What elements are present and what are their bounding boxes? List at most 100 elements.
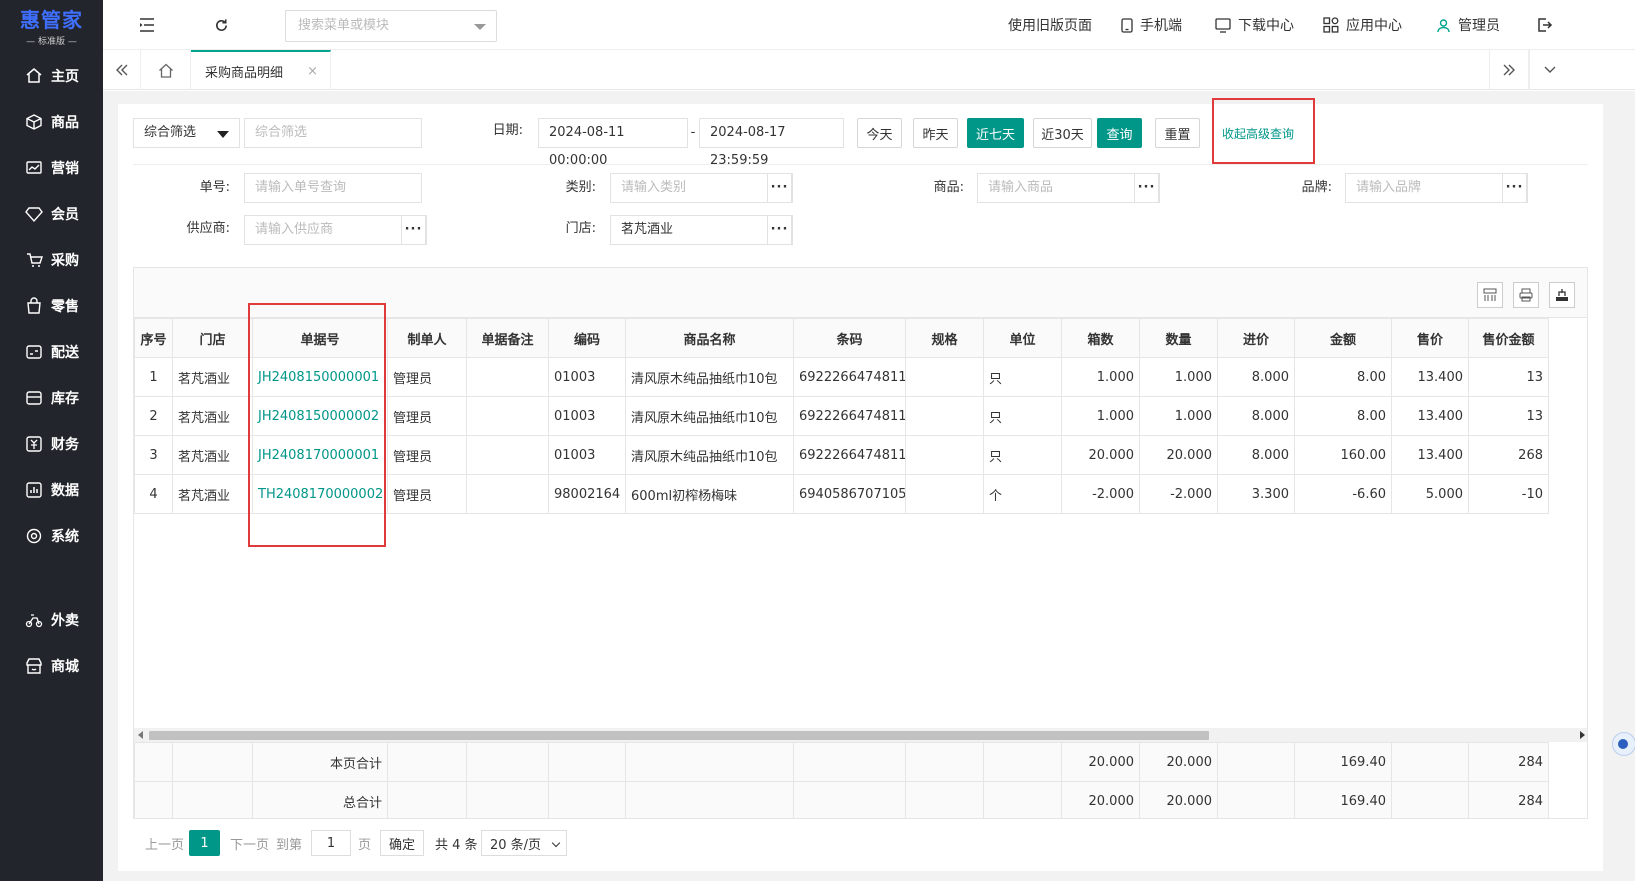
column-header[interactable]: 编码 (548, 318, 626, 358)
table-cell: 13 (1468, 396, 1549, 436)
sidebar-item-5[interactable]: 零售 (0, 288, 103, 324)
combo-filter-input[interactable]: 综合筛选 (244, 118, 422, 148)
scroll-right-arrow-icon[interactable] (1580, 731, 1585, 739)
diamond-icon (25, 205, 43, 223)
table-cell: 6922266474811 (793, 435, 906, 475)
tabs-scroll-left-icon[interactable] (103, 50, 141, 90)
last-30-days-button[interactable]: 近30天 (1033, 118, 1092, 148)
column-header[interactable]: 进价 (1217, 318, 1295, 358)
app-center-link[interactable]: 应用中心 (1323, 0, 1402, 50)
date-start-input[interactable]: 2024-08-11 00:00:00 (538, 118, 688, 168)
table-cell: 茗芃酒业 (172, 396, 253, 436)
column-header[interactable]: 序号 (134, 318, 173, 358)
columns-filter-icon[interactable] (1477, 282, 1503, 308)
sidebar-item-2[interactable]: 营销 (0, 150, 103, 186)
sidebar-item-3[interactable]: 会员 (0, 196, 103, 232)
pager-page-input[interactable]: 1 (311, 830, 351, 856)
sidebar-item-8[interactable]: 财务 (0, 426, 103, 462)
category-picker-button[interactable]: ··· (767, 173, 792, 203)
pager-current-page[interactable]: 1 (189, 830, 220, 856)
scroll-left-arrow-icon[interactable] (138, 731, 143, 739)
column-header[interactable]: 条码 (793, 318, 906, 358)
reset-button[interactable]: 重置 (1155, 118, 1200, 148)
combo-filter-select[interactable]: 综合筛选 (133, 118, 240, 148)
supplier-picker-button[interactable]: ··· (401, 215, 426, 245)
yesterday-button[interactable]: 昨天 (913, 118, 958, 148)
table-cell: 1.000 (1061, 357, 1140, 397)
home-tab-icon[interactable] (141, 50, 191, 90)
product-input[interactable]: 请输入商品 ··· (977, 173, 1160, 203)
column-header[interactable]: 商品名称 (625, 318, 794, 358)
column-header[interactable]: 单位 (983, 318, 1062, 358)
logout-icon[interactable] (1535, 15, 1555, 35)
pager-size-select[interactable]: 20 条/页 (481, 830, 567, 856)
table-cell: 清风原木纯品抽纸巾10包 (625, 357, 794, 397)
sidebar-item-0[interactable]: 主页 (0, 58, 103, 94)
sidebar-item-10[interactable]: 系统 (0, 518, 103, 554)
column-header[interactable]: 单据备注 (466, 318, 549, 358)
query-button[interactable]: 查询 (1097, 118, 1142, 148)
old-version-link[interactable]: 使用旧版页面 (1008, 0, 1092, 50)
table-cell: -6.60 (1294, 474, 1392, 514)
supplier-input[interactable]: 请输入供应商 ··· (244, 215, 427, 245)
sidebar-item-7[interactable]: 库存 (0, 380, 103, 416)
date-end-input[interactable]: 2024-08-17 23:59:59 (699, 118, 844, 168)
summary-cell: 20.000 (1061, 742, 1140, 782)
store-picker-button[interactable]: ··· (767, 215, 792, 245)
pager-confirm-button[interactable]: 确定 (380, 830, 424, 856)
sidebar-item-12[interactable]: 商城 (0, 648, 103, 684)
table-cell: 只 (983, 435, 1062, 475)
column-header[interactable]: 售价金额 (1468, 318, 1549, 358)
monitor-icon (1215, 17, 1231, 33)
table-cell: 13.400 (1391, 396, 1469, 436)
table-cell: 4 (134, 474, 173, 514)
export-icon[interactable] (1549, 282, 1575, 308)
table-cell: 管理员 (387, 435, 467, 475)
refresh-icon[interactable] (211, 15, 231, 35)
print-icon[interactable] (1513, 282, 1539, 308)
order-no-input[interactable]: 请输入单号查询 (244, 173, 422, 203)
horizontal-scrollbar[interactable] (134, 728, 1587, 742)
download-center-link[interactable]: 下载中心 (1215, 0, 1294, 50)
summary-cell (387, 742, 467, 782)
tabs-scroll-right-icon[interactable] (1489, 50, 1529, 90)
today-button[interactable]: 今天 (857, 118, 902, 148)
floating-assistant-icon[interactable] (1612, 732, 1635, 756)
column-header[interactable]: 售价 (1391, 318, 1469, 358)
column-header[interactable]: 门店 (172, 318, 253, 358)
tab-purchase-detail[interactable]: 采购商品明细 × (191, 50, 331, 90)
sidebar-item-4[interactable]: 采购 (0, 242, 103, 278)
summary-cell (134, 781, 173, 818)
pager-next[interactable]: 下一页 (230, 830, 269, 856)
column-header[interactable]: 数量 (1139, 318, 1218, 358)
store-input[interactable]: 茗芃酒业 ··· (610, 215, 793, 245)
sidebar-item-1[interactable]: 商品 (0, 104, 103, 140)
sidebar-item-label: 采购 (51, 253, 79, 269)
sidebar-item-label: 外卖 (51, 613, 79, 629)
sidebar-item-9[interactable]: 数据 (0, 472, 103, 508)
category-input[interactable]: 请输入类别 ··· (610, 173, 793, 203)
mobile-link[interactable]: 手机端 (1121, 0, 1182, 50)
scroll-thumb[interactable] (149, 731, 1209, 740)
table-cell (466, 474, 549, 514)
menu-search-input[interactable]: 搜索菜单或模块 (285, 10, 497, 42)
close-icon[interactable]: × (307, 64, 318, 79)
summary-cell: 本页合计 (252, 742, 388, 782)
sidebar-item-6[interactable]: 配送 (0, 334, 103, 370)
pager-prev[interactable]: 上一页 (145, 830, 184, 856)
sidebar-item-11[interactable]: 外卖 (0, 602, 103, 638)
tab-bar: 采购商品明细 × (103, 50, 1635, 90)
brand-input[interactable]: 请输入品牌 ··· (1345, 173, 1528, 203)
column-header[interactable]: 制单人 (387, 318, 467, 358)
table-cell: -10 (1468, 474, 1549, 514)
brand-picker-button[interactable]: ··· (1502, 173, 1527, 203)
user-menu[interactable]: 管理员 (1436, 0, 1500, 50)
menu-toggle-icon[interactable] (137, 15, 157, 35)
tabs-menu-chevron-icon[interactable] (1529, 50, 1569, 90)
table-cell: 01003 (548, 357, 626, 397)
product-picker-button[interactable]: ··· (1134, 173, 1159, 203)
column-header[interactable]: 箱数 (1061, 318, 1140, 358)
last-7-days-button[interactable]: 近七天 (967, 118, 1024, 148)
column-header[interactable]: 金额 (1294, 318, 1392, 358)
column-header[interactable]: 规格 (905, 318, 984, 358)
